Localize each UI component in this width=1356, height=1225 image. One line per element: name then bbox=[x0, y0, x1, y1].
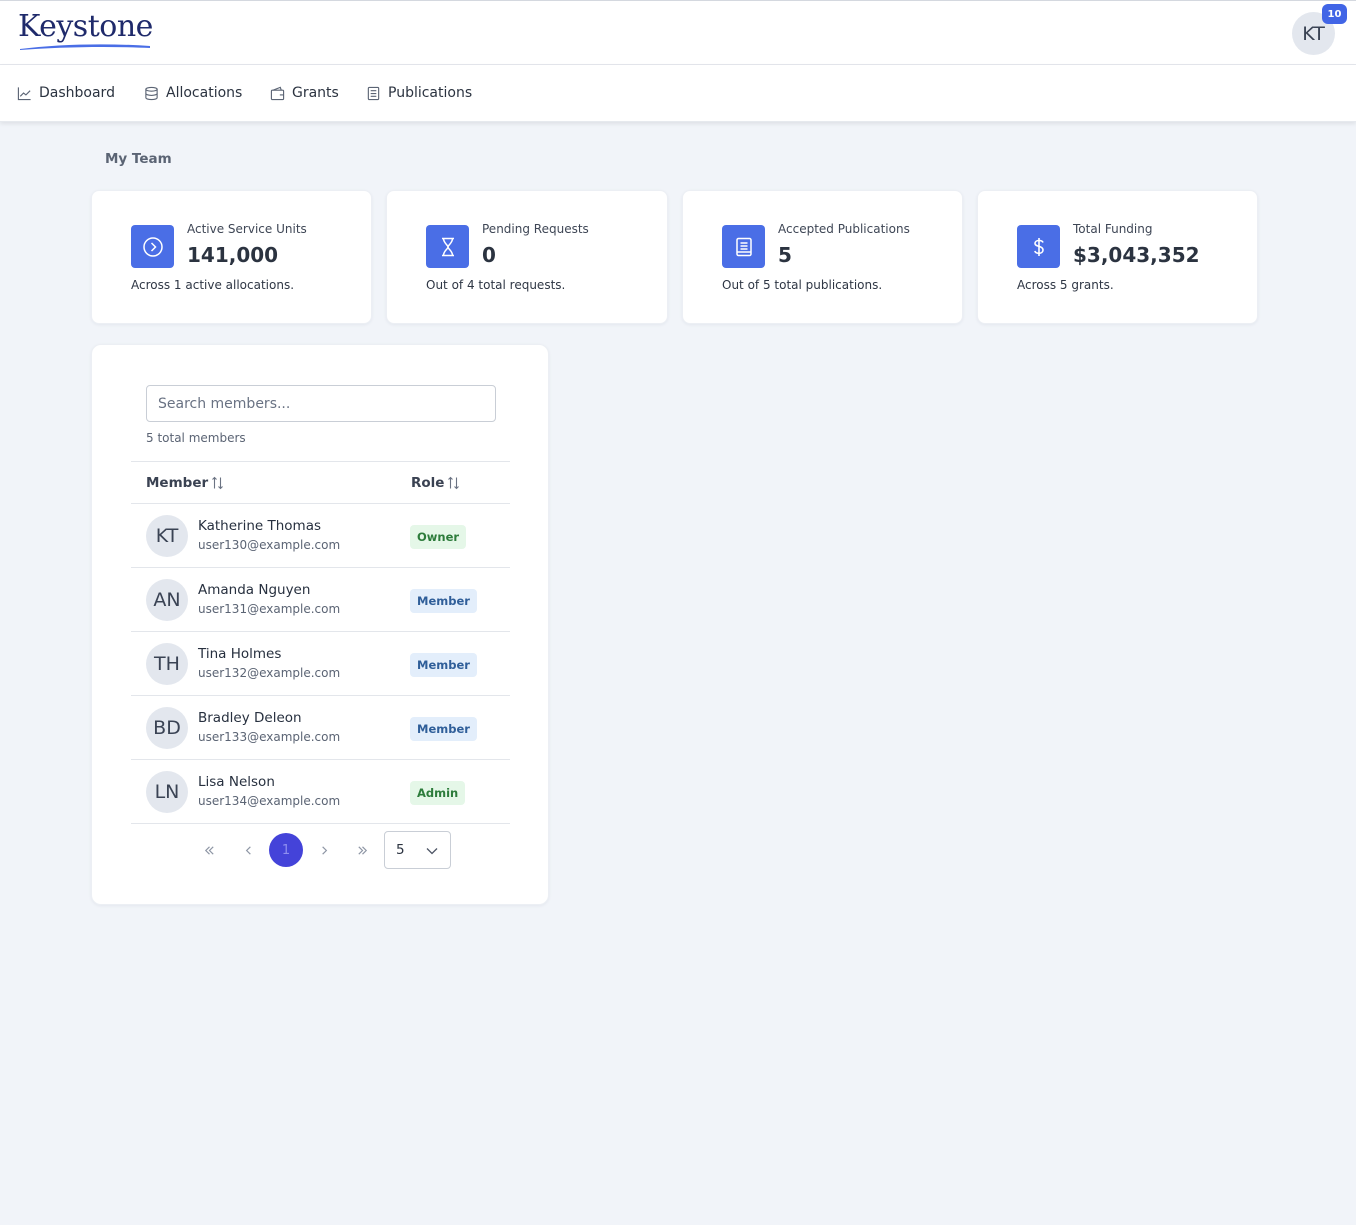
stat-subtext: Out of 5 total publications. bbox=[722, 278, 883, 292]
nav-item-dashboard[interactable]: Dashboard bbox=[17, 83, 115, 103]
member-email: user130@example.com bbox=[198, 538, 341, 552]
role-badge: Owner bbox=[410, 525, 467, 549]
role-badge: Admin bbox=[410, 781, 466, 805]
stat-card-pending-requests: Pending Requests 0 Out of 4 total reques… bbox=[386, 190, 668, 324]
member-email: user134@example.com bbox=[198, 794, 341, 808]
logo-swoosh-icon bbox=[20, 44, 150, 50]
top-bar: Keystone KT 10 bbox=[0, 0, 1356, 65]
role-badge: Member bbox=[410, 589, 477, 613]
avatar: BD bbox=[146, 707, 188, 749]
nav-label: Publications bbox=[388, 85, 473, 101]
document-icon bbox=[367, 86, 380, 100]
sort-icon bbox=[212, 476, 224, 490]
page-size-select[interactable]: 5 bbox=[384, 831, 451, 869]
total-members-count: 5 total members bbox=[146, 431, 246, 445]
chevron-left-icon bbox=[245, 845, 251, 855]
table-row[interactable]: BD Bradley Deleon user133@example.com Me… bbox=[131, 696, 510, 760]
role-badge: Member bbox=[410, 653, 477, 677]
stat-subtext: Across 5 grants. bbox=[1017, 278, 1114, 292]
stat-subtext: Out of 4 total requests. bbox=[426, 278, 566, 292]
first-page-button[interactable] bbox=[192, 833, 226, 867]
page-button-current[interactable]: 1 bbox=[269, 833, 303, 867]
stat-subtext: Across 1 active allocations. bbox=[131, 278, 295, 292]
stat-card-total-funding: Total Funding $3,043,352 Across 5 grants… bbox=[977, 190, 1258, 324]
stat-value: 0 bbox=[482, 243, 496, 267]
stat-label: Total Funding bbox=[1073, 222, 1153, 236]
role-badge: Member bbox=[410, 717, 477, 741]
page-size-value: 5 bbox=[396, 842, 405, 858]
wallet-icon bbox=[270, 86, 285, 100]
last-page-button[interactable] bbox=[345, 833, 379, 867]
table-row[interactable]: LN Lisa Nelson user134@example.com Admin bbox=[131, 760, 510, 824]
nav-label: Grants bbox=[292, 85, 339, 101]
nav-label: Allocations bbox=[166, 85, 243, 101]
book-icon bbox=[722, 225, 765, 268]
column-header-role[interactable]: Role bbox=[411, 475, 460, 491]
chevron-circle-right-icon bbox=[131, 225, 174, 268]
column-header-label: Role bbox=[411, 475, 445, 491]
double-chevron-right-icon bbox=[357, 845, 367, 855]
table-header: Member Role bbox=[131, 461, 510, 504]
column-header-member[interactable]: Member bbox=[146, 475, 224, 491]
members-table: Member Role KT Katherine Thomas user130@… bbox=[131, 461, 510, 824]
stat-label: Accepted Publications bbox=[778, 222, 910, 236]
database-icon bbox=[145, 86, 158, 100]
member-name: Tina Holmes bbox=[198, 646, 282, 662]
chart-line-icon bbox=[17, 86, 31, 100]
next-page-button[interactable] bbox=[307, 833, 341, 867]
table-row[interactable]: TH Tina Holmes user132@example.com Membe… bbox=[131, 632, 510, 696]
members-panel: 5 total members Member Role KT Katherine… bbox=[91, 344, 549, 905]
keystone-logo[interactable]: Keystone bbox=[18, 9, 153, 51]
nav-item-publications[interactable]: Publications bbox=[366, 83, 472, 103]
main-nav: Dashboard Allocations Grants Publication… bbox=[0, 65, 1356, 122]
chevron-right-icon bbox=[321, 845, 327, 855]
chevron-down-icon bbox=[426, 848, 438, 855]
member-email: user131@example.com bbox=[198, 602, 341, 616]
notification-badge[interactable]: 10 bbox=[1322, 4, 1347, 24]
hourglass-icon bbox=[426, 225, 469, 268]
logo-text: Keystone bbox=[18, 9, 153, 44]
table-row[interactable]: KT Katherine Thomas user130@example.com … bbox=[131, 504, 510, 568]
pagination: 1 5 bbox=[92, 831, 550, 869]
stat-card-service-units: Active Service Units 141,000 Across 1 ac… bbox=[91, 190, 372, 324]
member-email: user133@example.com bbox=[198, 730, 341, 744]
member-email: user132@example.com bbox=[198, 666, 341, 680]
page-title: My Team bbox=[105, 151, 172, 167]
double-chevron-left-icon bbox=[204, 845, 214, 855]
nav-item-allocations[interactable]: Allocations bbox=[144, 83, 242, 103]
avatar: AN bbox=[146, 579, 188, 621]
sort-icon bbox=[448, 476, 460, 490]
prev-page-button[interactable] bbox=[231, 833, 265, 867]
stat-value: 141,000 bbox=[187, 243, 279, 267]
avatar: KT bbox=[146, 515, 188, 557]
member-name: Lisa Nelson bbox=[198, 774, 275, 790]
stat-card-accepted-publications: Accepted Publications 5 Out of 5 total p… bbox=[682, 190, 963, 324]
stat-label: Pending Requests bbox=[482, 222, 589, 236]
avatar: TH bbox=[146, 643, 188, 685]
dollar-icon bbox=[1017, 225, 1060, 268]
member-name: Katherine Thomas bbox=[198, 518, 322, 534]
member-name: Amanda Nguyen bbox=[198, 582, 311, 598]
stat-value: 5 bbox=[778, 243, 792, 267]
stat-label: Active Service Units bbox=[187, 222, 307, 236]
table-row[interactable]: AN Amanda Nguyen user131@example.com Mem… bbox=[131, 568, 510, 632]
member-name: Bradley Deleon bbox=[198, 710, 302, 726]
stat-value: $3,043,352 bbox=[1073, 243, 1200, 267]
nav-label: Dashboard bbox=[39, 85, 115, 101]
column-header-label: Member bbox=[146, 475, 209, 491]
avatar: LN bbox=[146, 771, 188, 813]
search-members-input[interactable] bbox=[146, 385, 496, 422]
nav-item-grants[interactable]: Grants bbox=[270, 83, 339, 103]
